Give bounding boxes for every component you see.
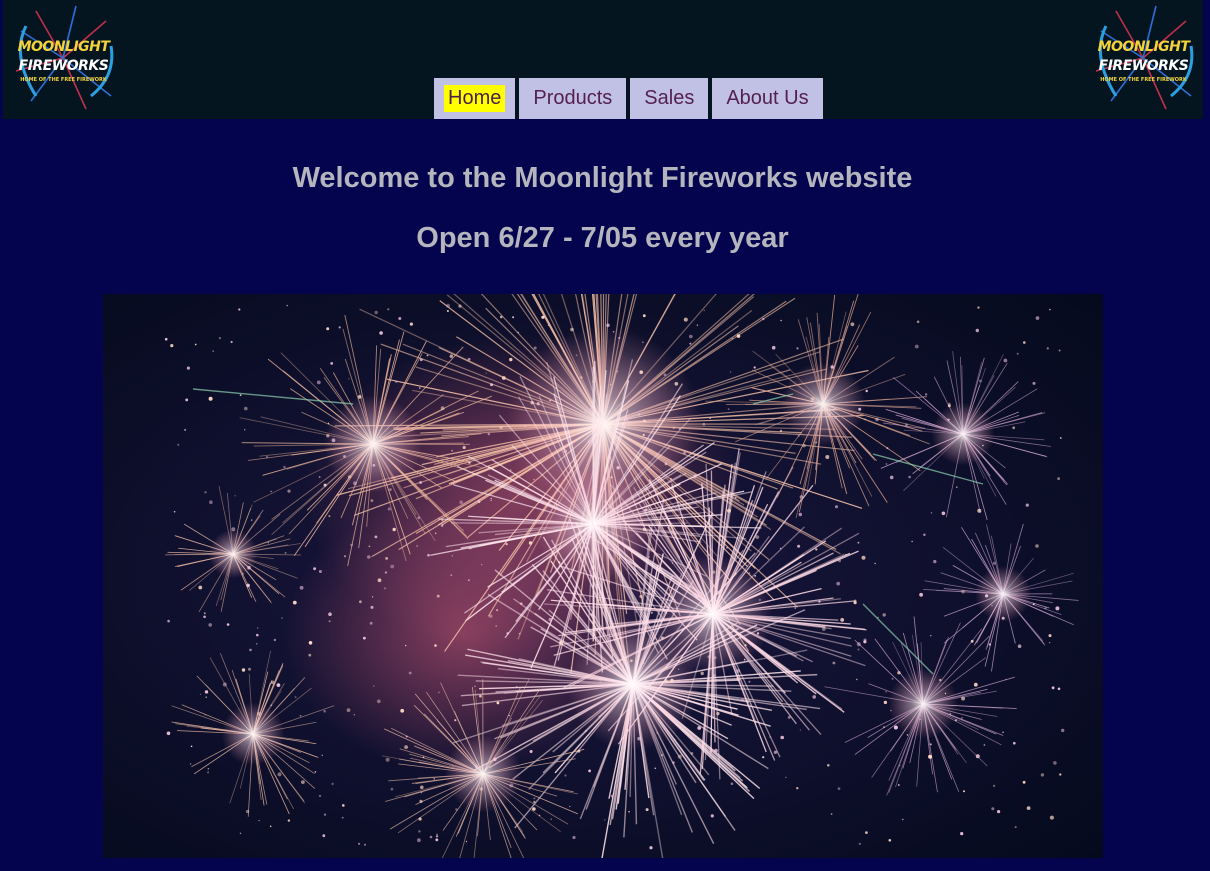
- logo-tagline: HOME OF THE FREE FIREWORK: [1100, 77, 1187, 83]
- nav-item-label: Home: [444, 85, 506, 112]
- logo-name-line1: MOONLIGHT: [1097, 39, 1190, 55]
- logo-name-line1: MOONLIGHT: [17, 39, 110, 55]
- logo[interactable]: MOONLIGHT FIREWORKS HOME OF THE FREE FIR…: [1086, 1, 1201, 116]
- main-nav: Home Products Sales About Us: [434, 78, 823, 119]
- nav-item-products[interactable]: Products: [519, 78, 627, 119]
- page-subtitle: Open 6/27 - 7/05 every year: [416, 222, 789, 254]
- page-title: Welcome to the Moonlight Fireworks websi…: [292, 162, 913, 194]
- logo-tagline: HOME OF THE FREE FIREWORK: [20, 77, 107, 83]
- nav-item-sales[interactable]: Sales: [630, 78, 709, 119]
- hero-image: [103, 294, 1103, 858]
- logo-name-line2: FIREWORKS: [1098, 58, 1189, 74]
- nav-item-label: Sales: [644, 87, 695, 109]
- nav-item-home[interactable]: Home: [434, 78, 516, 119]
- logo[interactable]: MOONLIGHT FIREWORKS HOME OF THE FREE FIR…: [6, 1, 121, 116]
- fireworks-photo: [103, 294, 1103, 858]
- logo-name-line2: FIREWORKS: [18, 58, 109, 74]
- nav-item-label: Products: [533, 87, 613, 109]
- nav-item-about-us[interactable]: About Us: [712, 78, 823, 119]
- nav-item-label: About Us: [726, 87, 809, 109]
- site-header: MOONLIGHT FIREWORKS HOME OF THE FREE FIR…: [3, 0, 1203, 119]
